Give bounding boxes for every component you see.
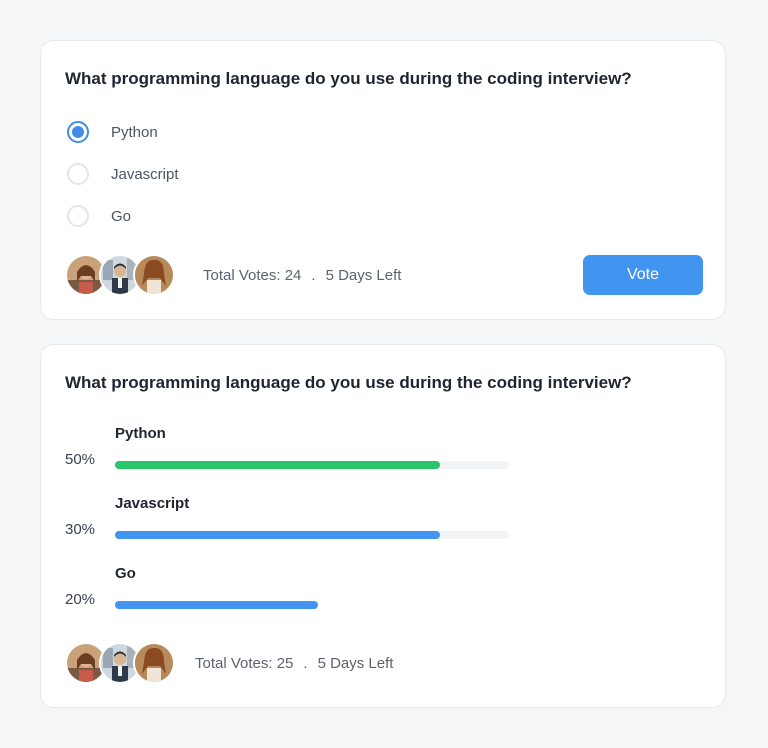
days-left: 5 Days Left: [325, 267, 402, 284]
days-left: 5 Days Left: [317, 655, 394, 672]
voter-avatars: [65, 254, 175, 296]
poll-meta: Total Votes: 25. 5 Days Left: [195, 655, 393, 672]
result-label: Javascript: [115, 495, 190, 512]
meta-separator: .: [311, 267, 316, 284]
result-bar-fill: [115, 531, 441, 539]
radio-javascript[interactable]: [67, 163, 89, 185]
option-label-python: Python: [111, 123, 158, 141]
total-votes: Total Votes: 24: [203, 267, 302, 284]
radio-go[interactable]: [67, 205, 89, 227]
option-javascript[interactable]: Javascript: [67, 161, 179, 187]
radio-python[interactable]: [67, 121, 89, 143]
result-percent: 50%: [65, 451, 96, 468]
poll-vote-card: What programming language do you use dur…: [40, 40, 726, 320]
result-bar-fill: [115, 461, 441, 469]
poll-question: What programming language do you use dur…: [65, 69, 632, 88]
result-go: 20% Go: [65, 565, 525, 625]
result-percent: 30%: [65, 521, 96, 538]
voter-avatars: [65, 642, 175, 684]
vote-button[interactable]: Vote: [583, 255, 703, 295]
total-votes: Total Votes: 25: [195, 655, 294, 672]
result-percent: 20%: [65, 591, 96, 608]
result-label: Python: [115, 425, 166, 442]
result-track: [115, 461, 509, 469]
result-javascript: 30% Javascript: [65, 495, 525, 555]
result-bar-fill: [115, 601, 318, 609]
result-track: [115, 601, 509, 609]
option-label-go: Go: [111, 207, 132, 225]
option-python[interactable]: Python: [67, 119, 158, 145]
option-label-javascript: Javascript: [111, 165, 179, 183]
result-label: Go: [115, 565, 136, 582]
poll-results-card: What programming language do you use dur…: [40, 344, 726, 708]
poll-meta: Total Votes: 24. 5 Days Left: [203, 267, 401, 284]
poll-question: What programming language do you use dur…: [65, 373, 632, 392]
result-python: 50% Python: [65, 425, 525, 485]
meta-separator: .: [303, 655, 308, 672]
result-track: [115, 531, 509, 539]
option-go[interactable]: Go: [67, 203, 131, 229]
avatar: [133, 642, 175, 684]
avatar: [133, 254, 175, 296]
